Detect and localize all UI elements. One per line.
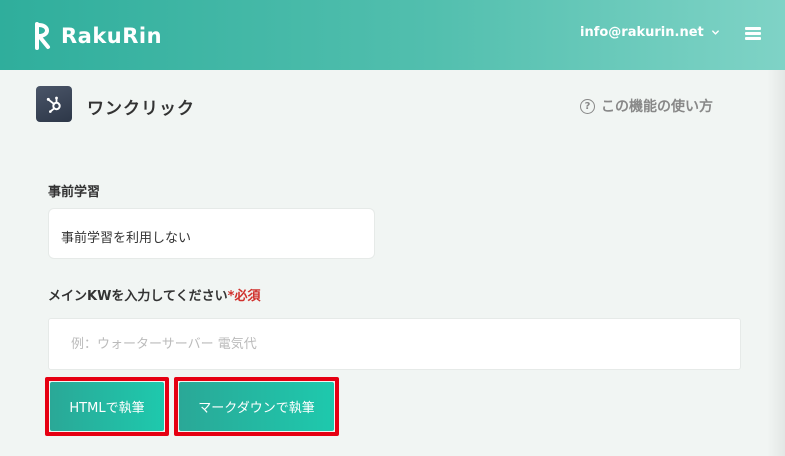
hubspot-icon <box>36 86 72 122</box>
html-write-button[interactable]: HTMLで執筆 <box>50 382 164 431</box>
help-link-label: この機能の使い方 <box>601 99 713 115</box>
scroll-shadow <box>767 70 785 456</box>
help-link[interactable]: ? この機能の使い方 <box>580 96 713 116</box>
markdown-write-button[interactable]: マークダウンで執筆 <box>179 382 334 431</box>
logo[interactable]: RakuRin <box>34 22 162 50</box>
main-kw-label: メインKWを入力してください*必須 <box>48 285 260 304</box>
account-menu[interactable]: info@rakurin.net <box>580 25 720 40</box>
page-title: ワンクリック <box>87 99 195 119</box>
app-header: RakuRin info@rakurin.net <box>0 0 785 70</box>
account-email: info@rakurin.net <box>580 25 704 40</box>
pre-learning-selected-value: 事前学習を利用しない <box>61 231 192 246</box>
chevron-down-icon <box>711 30 719 35</box>
main-kw-input[interactable] <box>48 318 741 370</box>
rakurin-logo-icon <box>35 22 50 50</box>
logo-text: RakuRin <box>61 24 163 48</box>
pre-learning-label: 事前学習 <box>48 185 101 200</box>
question-circle-icon: ? <box>580 98 595 114</box>
main-kw-label-text: メインKWを入力してください <box>48 289 228 304</box>
required-mark: *必須 <box>227 289 261 304</box>
hamburger-menu-icon[interactable] <box>745 27 761 40</box>
pre-learning-select[interactable]: 事前学習を利用しない <box>48 208 375 259</box>
